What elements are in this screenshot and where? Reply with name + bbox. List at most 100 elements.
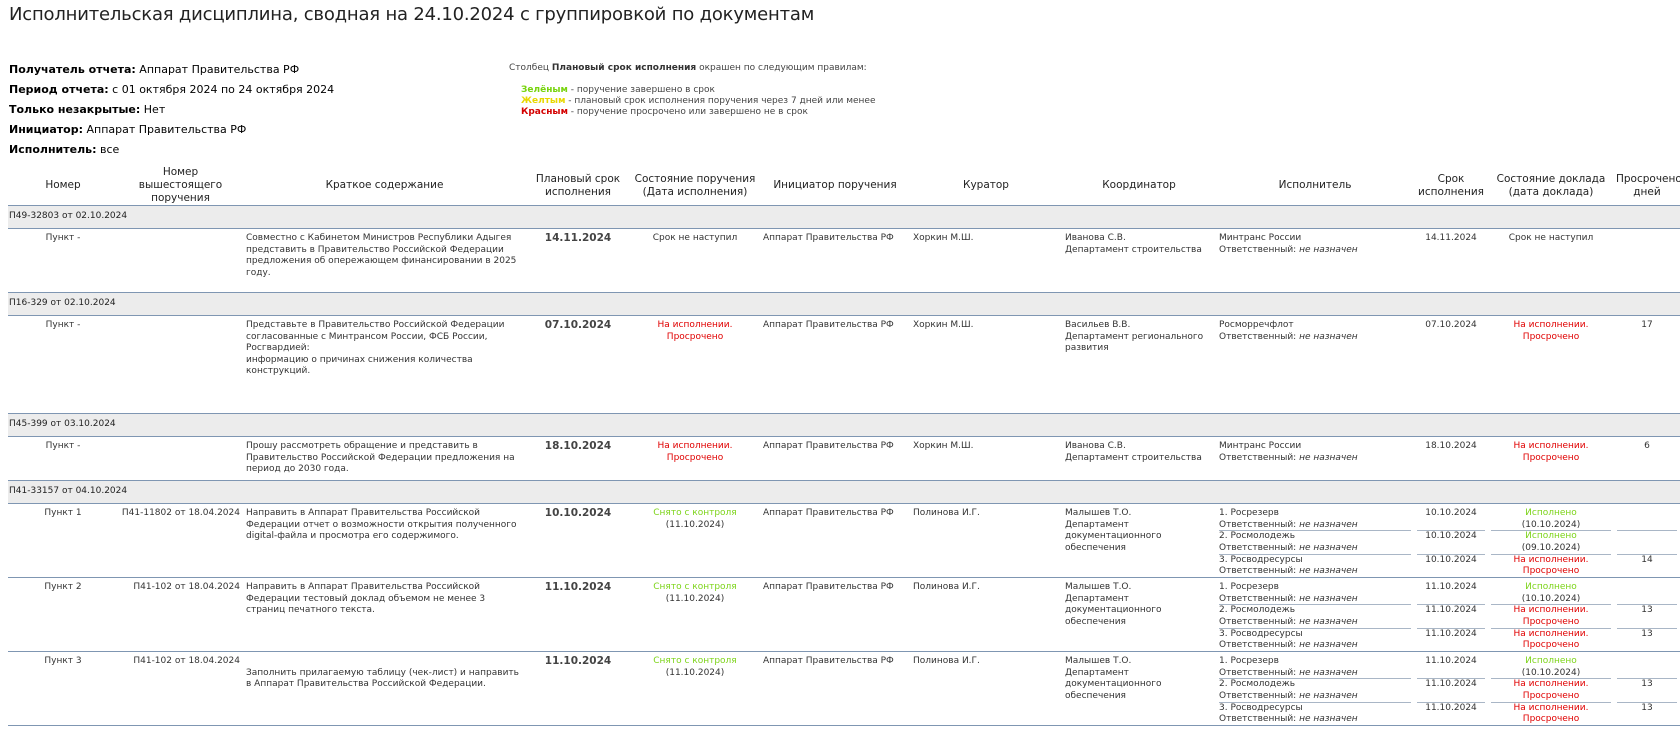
report-state-text: На исполнении. Просрочено — [1513, 628, 1589, 651]
responsible-value: не назначен — [1299, 667, 1358, 678]
item-number: Пункт - — [8, 228, 118, 293]
parent-number — [118, 315, 243, 414]
item-number: Пункт - — [8, 436, 118, 481]
item-initiator: Аппарат Правительства РФ — [760, 315, 910, 414]
executor-name: 1. Росрезерв — [1219, 582, 1279, 592]
param-open-only: Только незакрытые: Нет — [9, 103, 166, 116]
col-deadline: Срок исполнения — [1414, 166, 1488, 206]
item-coordinator: Васильев В.В. Департамент регионального р… — [1062, 315, 1216, 414]
item-state: Срок не наступил — [630, 228, 760, 293]
executor-deadline: 10.10.2024 — [1425, 554, 1477, 565]
overdue-cell: 13 13 — [1614, 577, 1680, 652]
table-row: Пункт - Совместно с Кабинетом Министров Р… — [8, 228, 1680, 293]
executor-block: 14 — [1617, 555, 1677, 578]
item-state: Снято с контроля (11.10.2024) — [630, 503, 760, 578]
executor-block: 11.10.2024 — [1417, 656, 1485, 679]
report-state-text: На исполнении. Просрочено — [1513, 605, 1589, 627]
item-state-text: Снято с контроля — [653, 508, 737, 518]
plan-date: 11.10.2024 — [526, 577, 630, 652]
item-curator: Полинова И.Г. — [910, 503, 1062, 578]
table-row: Пункт 1 П41-11802 от 18.04.2024 Направить … — [8, 503, 1680, 578]
executor-block: 3. Росводресурсы Ответственный: не назнач… — [1219, 703, 1411, 726]
coordinator-department: Департамент строительства — [1065, 452, 1202, 463]
parent-number: П41-102 от 18.04.2024 — [118, 577, 243, 652]
document-group-row: П49-32803 от 02.10.2024 — [8, 205, 1680, 229]
executor-deadline: 11.10.2024 — [1425, 582, 1477, 592]
executor-block: На исполнении. Просрочено — [1491, 703, 1611, 726]
executor-deadline: 14.11.2024 — [1425, 233, 1477, 243]
coordinator-department: Департамент строительства — [1065, 244, 1202, 255]
report-date: (10.10.2024) — [1521, 667, 1581, 678]
report-state-text: На исполнении. Просрочено — [1513, 320, 1589, 342]
col-coordinator: Координатор — [1062, 166, 1216, 206]
coordinator-name: Иванова С.В. — [1065, 233, 1126, 243]
item-curator: Полинова И.Г. — [910, 651, 1062, 726]
coordinator-name: Васильев В.В. — [1065, 320, 1131, 330]
report-title: Исполнительская дисциплина, сводная на 2… — [9, 4, 815, 25]
coordinator-department: Департамент документационного обеспечени… — [1065, 519, 1162, 553]
executor-name: Минтранс России — [1219, 233, 1302, 243]
executor-block: 3. Росводресурсы Ответственный: не назнач… — [1219, 629, 1411, 652]
item-initiator: Аппарат Правительства РФ — [760, 577, 910, 652]
executor-block: 11.10.2024 — [1417, 582, 1485, 605]
executor-block — [1617, 508, 1677, 531]
executor-block: Росморречфлот Ответственный: не назначен — [1219, 320, 1411, 344]
item-state-text: На исполнении. Просрочено — [657, 320, 733, 342]
executor-block: На исполнении. Просрочено — [1491, 441, 1611, 465]
plan-date: 11.10.2024 — [526, 651, 630, 726]
item-initiator: Аппарат Правительства РФ — [760, 228, 910, 293]
item-initiator: Аппарат Правительства РФ — [760, 436, 910, 481]
responsible-value: не назначен — [1299, 593, 1358, 604]
deadline-cell: 14.11.2024 — [1414, 228, 1488, 293]
document-group-row: П16-329 от 02.10.2024 — [8, 292, 1680, 316]
overdue-days: 13 — [1641, 702, 1653, 713]
param-executor: Исполнитель: все — [9, 143, 120, 156]
executor-name: Минтранс России — [1219, 441, 1302, 451]
executor-name: Росморречфлот — [1219, 320, 1294, 330]
report-date: (10.10.2024) — [1521, 593, 1581, 604]
item-state: На исполнении. Просрочено — [630, 436, 760, 481]
table-row: Пункт - Прошу рассмотреть обращение и пре… — [8, 436, 1680, 481]
col-curator: Куратор — [910, 166, 1062, 206]
document-group-row: П41-33157 от 04.10.2024 — [8, 480, 1680, 504]
item-initiator: Аппарат Правительства РФ — [760, 503, 910, 578]
executor-block: На исполнении. Просрочено — [1491, 320, 1611, 344]
overdue-cell: 17 — [1614, 315, 1680, 414]
item-coordinator: Иванова С.В. Департамент строительства — [1062, 436, 1216, 481]
executor-block: На исполнении. Просрочено — [1491, 679, 1611, 703]
item-content: Направить в Аппарат Правительства Россий… — [243, 577, 526, 652]
col-plan-date: Плановый срок исполнения — [526, 166, 630, 206]
item-coordinator: Малышев Т.О. Департамент документационног… — [1062, 503, 1216, 578]
executor-block: 11.10.2024 — [1417, 703, 1485, 726]
executor-responsible: Ответственный: не назначен — [1219, 616, 1358, 627]
item-number: Пункт 3 — [8, 651, 118, 726]
item-state-date: (11.10.2024) — [665, 593, 725, 604]
executor-block: 1. Росрезерв Ответственный: не назначен — [1219, 582, 1411, 605]
executor-cell: Росморречфлот Ответственный: не назначен — [1216, 315, 1414, 414]
item-content: Заполнить прилагаемую таблицу (чек-лист)… — [243, 651, 526, 726]
executor-block: 10.10.2024 — [1417, 508, 1485, 531]
executor-name: 2. Росмолодежь — [1219, 531, 1296, 541]
item-state-text: Срок не наступил — [652, 233, 738, 243]
plan-date: 18.10.2024 — [526, 436, 630, 481]
executor-responsible: Ответственный: не назначен — [1219, 714, 1358, 724]
executor-block — [1617, 233, 1677, 257]
executor-block: 11.10.2024 — [1417, 679, 1485, 703]
executor-name: 1. Росрезерв — [1219, 656, 1279, 666]
item-curator: Хоркин М.Ш. — [910, 315, 1062, 414]
overdue-days: 17 — [1641, 320, 1653, 330]
executor-responsible: Ответственный: не назначен — [1219, 244, 1358, 255]
executor-block: Исполнено (10.10.2024) — [1491, 508, 1611, 531]
executor-block: 2. Росмолодежь Ответственный: не назначен — [1219, 605, 1411, 629]
executor-deadline: 11.10.2024 — [1425, 605, 1477, 615]
overdue-days: 14 — [1641, 554, 1653, 565]
report-cell: На исполнении. Просрочено — [1488, 436, 1614, 481]
executor-block: 2. Росмолодежь Ответственный: не назначен — [1219, 679, 1411, 703]
report-state-text: Исполнено — [1525, 531, 1577, 541]
responsible-value: не назначен — [1299, 566, 1358, 576]
item-curator: Хоркин М.Ш. — [910, 436, 1062, 481]
executor-responsible: Ответственный: не назначен — [1219, 593, 1358, 604]
executor-block: 11.10.2024 — [1417, 629, 1485, 652]
executor-block: Минтранс России Ответственный: не назначе… — [1219, 233, 1411, 257]
executor-cell: Минтранс России Ответственный: не назначе… — [1216, 228, 1414, 293]
